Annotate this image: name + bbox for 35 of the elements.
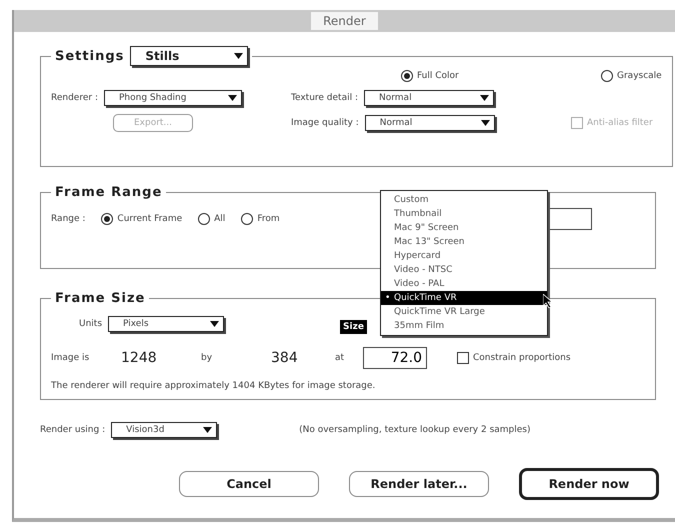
color-option[interactable]: Grayscale [601,70,662,82]
range-option[interactable]: All [198,213,226,225]
units-label: Units [79,318,102,328]
group-title: Frame Size [55,291,146,306]
at-label: at [335,353,346,363]
resolution-field[interactable]: 72.0 [363,347,427,369]
render-using-popup[interactable]: Vision3d [111,422,218,438]
dialog-button[interactable]: Render later... [349,471,489,497]
quality-popup[interactable]: Normal [364,115,495,131]
range-option[interactable]: From [241,213,280,225]
color-option[interactable]: Full Color [401,70,459,82]
render-note: (No oversampling, texture lookup every 2 samples) [299,425,531,435]
units-popup[interactable]: Pixels [108,316,224,332]
window-title: Render [311,12,378,30]
renderer-popup[interactable]: Phong Shading [104,90,242,106]
storage-note: The renderer will require approximately 1404 KBytes for image storage. [51,381,376,391]
texture-label: Texture detail : [291,93,358,103]
checkbox-label: Anti-alias filter [587,118,653,128]
texture-popup[interactable]: Normal [364,90,494,106]
checkbox-label: Constrain proportions [473,353,571,363]
range-label: Range : [51,214,86,224]
image-size-label: Image is [51,353,90,363]
mode-popup[interactable]: Stills [130,46,248,66]
render-using-label: Render using : [40,425,106,435]
height-value: 384 [271,350,299,366]
renderer-label: Renderer : [51,93,98,103]
width-value: 1248 [121,350,158,366]
dialog-button[interactable]: Cancel [179,471,319,497]
quality-label: Image quality : [291,118,359,128]
group-title: Frame Range [55,185,162,200]
size-label[interactable]: Size [340,320,367,334]
by-label: by [201,353,214,363]
group-title: Settings [55,48,124,64]
range-option[interactable]: Current Frame [101,213,182,225]
dialog-button[interactable]: Render now [519,468,659,500]
